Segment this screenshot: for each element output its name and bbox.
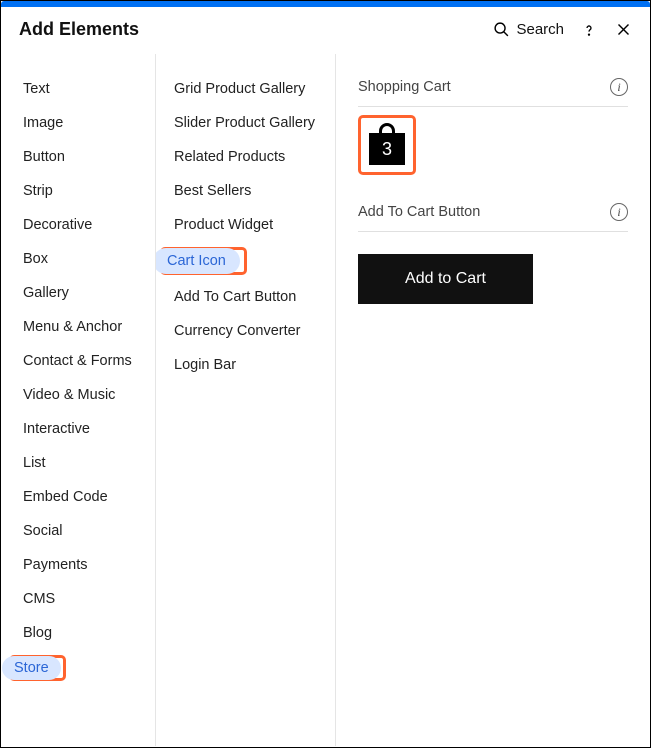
subcategory-label: Best Sellers [174, 183, 251, 199]
category-item-video-music[interactable]: Video & Music [1, 378, 155, 412]
subcategory-label: Cart Icon [156, 248, 240, 274]
category-item-gallery[interactable]: Gallery [1, 276, 155, 310]
category-label: CMS [23, 591, 55, 607]
category-label: Image [23, 115, 63, 131]
category-label: Button [23, 149, 65, 165]
subcategory-list: Grid Product Gallery Slider Product Galle… [156, 54, 336, 746]
category-item-blog[interactable]: Blog [1, 616, 155, 650]
header-actions: Search [492, 21, 632, 39]
category-item-payments[interactable]: Payments [1, 548, 155, 582]
category-label: Store [2, 656, 61, 680]
subcategory-item-login-bar[interactable]: Login Bar [156, 348, 335, 382]
preview-pane: Shopping Cart i 3 Add To Cart Button i A… [336, 54, 650, 746]
section-title: Shopping Cart [358, 79, 451, 95]
category-item-decorative[interactable]: Decorative [1, 208, 155, 242]
category-label: Blog [23, 625, 52, 641]
category-item-contact-forms[interactable]: Contact & Forms [1, 344, 155, 378]
subcategory-label: Related Products [174, 149, 285, 165]
search-button[interactable]: Search [492, 21, 564, 39]
category-label: Social [23, 523, 63, 539]
subcategory-item-cart-icon[interactable]: Cart Icon [156, 242, 335, 280]
category-item-list[interactable]: List [1, 446, 155, 480]
subcategory-label: Grid Product Gallery [174, 81, 305, 97]
panel-header: Add Elements Search [1, 7, 650, 54]
subcategory-label: Product Widget [174, 217, 273, 233]
category-item-store[interactable]: Store [1, 650, 155, 686]
cart-icon-widget-container: 3 [358, 115, 628, 175]
category-item-button[interactable]: Button [1, 140, 155, 174]
add-to-cart-widget[interactable]: Add to Cart [358, 254, 533, 304]
category-label: Decorative [23, 217, 92, 233]
subcategory-item-product-widget[interactable]: Product Widget [156, 208, 335, 242]
category-item-cms[interactable]: CMS [1, 582, 155, 616]
subcategory-label: Login Bar [174, 357, 236, 373]
section-title: Add To Cart Button [358, 204, 480, 220]
subcategory-item-related-products[interactable]: Related Products [156, 140, 335, 174]
category-label: Video & Music [23, 387, 115, 403]
search-label: Search [516, 21, 564, 38]
subcategory-item-slider-product-gallery[interactable]: Slider Product Gallery [156, 106, 335, 140]
info-icon[interactable]: i [610, 203, 628, 221]
info-icon[interactable]: i [610, 78, 628, 96]
category-item-box[interactable]: Box [1, 242, 155, 276]
category-item-interactive[interactable]: Interactive [1, 412, 155, 446]
subcategory-item-best-sellers[interactable]: Best Sellers [156, 174, 335, 208]
category-item-image[interactable]: Image [1, 106, 155, 140]
highlight-cart-icon: 3 [358, 115, 416, 175]
highlight-category: Store [9, 655, 66, 681]
category-label: Menu & Anchor [23, 319, 122, 335]
category-item-text[interactable]: Text [1, 72, 155, 106]
highlight-subcategory: Cart Icon [160, 247, 247, 275]
category-label: Contact & Forms [23, 353, 132, 369]
category-label: Embed Code [23, 489, 108, 505]
section-shopping-cart-header: Shopping Cart i [358, 72, 628, 107]
help-button[interactable] [580, 21, 598, 39]
subcategory-item-currency-converter[interactable]: Currency Converter [156, 314, 335, 348]
subcategory-label: Slider Product Gallery [174, 115, 315, 131]
subcategory-item-add-to-cart-button[interactable]: Add To Cart Button [156, 280, 335, 314]
panel-title: Add Elements [19, 19, 139, 40]
category-label: Payments [23, 557, 87, 573]
category-list: Text Image Button Strip Decorative Box Gallery… [1, 54, 156, 746]
subcategory-item-grid-product-gallery[interactable]: Grid Product Gallery [156, 72, 335, 106]
shopping-bag-icon: 3 [369, 133, 405, 165]
category-label: Box [23, 251, 48, 267]
panel-body: Text Image Button Strip Decorative Box Gallery… [1, 54, 650, 746]
category-label: Text [23, 81, 50, 97]
category-item-menu-anchor[interactable]: Menu & Anchor [1, 310, 155, 344]
category-label: Strip [23, 183, 53, 199]
subcategory-label: Add To Cart Button [174, 289, 296, 305]
search-icon [492, 21, 510, 39]
category-item-strip[interactable]: Strip [1, 174, 155, 208]
category-label: Interactive [23, 421, 90, 437]
cart-count: 3 [382, 139, 392, 160]
cart-icon-widget[interactable]: 3 [369, 125, 405, 165]
section-atc-header: Add To Cart Button i [358, 197, 628, 232]
category-label: List [23, 455, 46, 471]
category-item-social[interactable]: Social [1, 514, 155, 548]
category-item-embed-code[interactable]: Embed Code [1, 480, 155, 514]
close-button[interactable] [614, 21, 632, 39]
subcategory-label: Currency Converter [174, 323, 301, 339]
add-elements-panel: Add Elements Search Text Image Button Strip… [0, 0, 651, 748]
category-label: Gallery [23, 285, 69, 301]
